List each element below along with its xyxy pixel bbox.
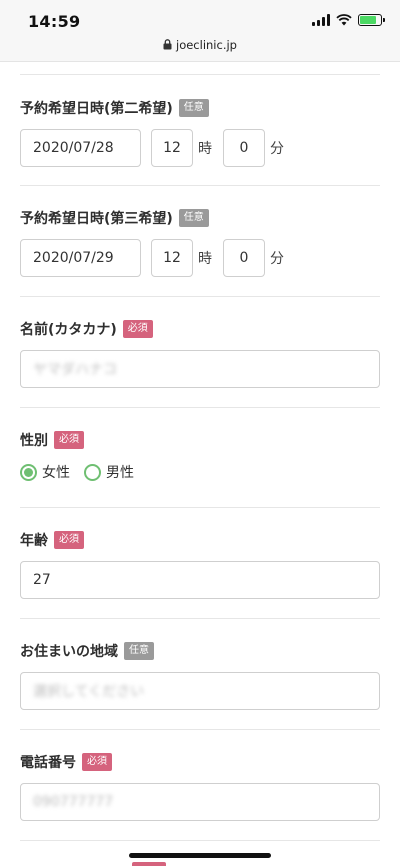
phone-input[interactable]: 090777777 — [20, 783, 380, 821]
second-choice-date-input[interactable]: 2020/07/28 — [20, 129, 141, 167]
region-label: お住まいの地域 — [20, 644, 118, 660]
divider — [20, 296, 380, 297]
battery-level — [360, 16, 376, 24]
second-choice-minute-input[interactable]: 0 — [223, 129, 265, 167]
age-input[interactable]: 27 — [20, 561, 380, 599]
signal-icon — [312, 14, 330, 26]
battery-charging-icon — [358, 14, 385, 26]
radio-label: 男性 — [106, 465, 134, 481]
clock: 14:59 — [28, 12, 81, 31]
third-choice-date-input[interactable]: 2020/07/29 — [20, 239, 141, 277]
second-choice-label-row: 予約希望日時(第二希望) 任意 — [20, 98, 209, 118]
minute-unit: 分 — [270, 141, 284, 157]
address-bar[interactable]: joeclinic.jp — [0, 38, 400, 52]
gender-option-female[interactable]: 女性 — [20, 462, 70, 482]
third-choice-hour-input[interactable]: 12 — [151, 239, 193, 277]
gender-option-male[interactable]: 男性 — [84, 462, 134, 482]
hour-unit: 時 — [198, 251, 212, 267]
name-label-row: 名前(カタカナ) 必須 — [20, 319, 153, 339]
name-kana-value: ヤマダハナコ — [33, 362, 117, 378]
name-kana-input[interactable]: ヤマダハナコ — [20, 350, 380, 388]
required-badge: 必須 — [122, 320, 153, 338]
next-section-badge — [132, 862, 166, 866]
gender-radio-group: 女性 男性 — [20, 462, 134, 482]
radio-label: 女性 — [42, 465, 70, 481]
radio-checked-icon[interactable] — [20, 463, 37, 481]
third-choice-label: 予約希望日時(第三希望) — [20, 211, 173, 227]
divider — [20, 618, 380, 619]
home-indicator[interactable] — [129, 853, 271, 858]
age-label-row: 年齢 必須 — [20, 530, 84, 550]
optional-badge: 任意 — [178, 99, 209, 117]
system-icons — [312, 14, 385, 26]
minute-unit: 分 — [270, 251, 284, 267]
wifi-icon — [336, 14, 352, 26]
lock-icon — [163, 39, 172, 50]
divider — [20, 74, 380, 75]
radio-unchecked-icon[interactable] — [84, 463, 101, 481]
region-select[interactable]: 選択してください — [20, 672, 380, 710]
hour-unit: 時 — [198, 141, 212, 157]
third-choice-minute-input[interactable]: 0 — [223, 239, 265, 277]
divider — [20, 407, 380, 408]
name-kana-label: 名前(カタカナ) — [20, 322, 117, 338]
age-label: 年齢 — [20, 533, 48, 549]
optional-badge: 任意 — [178, 209, 209, 227]
second-choice-hour-input[interactable]: 12 — [151, 129, 193, 167]
required-badge: 必須 — [54, 431, 84, 449]
region-placeholder: 選択してください — [33, 684, 145, 700]
gender-label-row: 性別 必須 — [20, 430, 84, 450]
phone-value: 090777777 — [33, 794, 114, 810]
required-badge: 必須 — [82, 753, 112, 771]
gender-label: 性別 — [20, 433, 48, 449]
status-bar: 14:59 joeclinic.jp — [0, 0, 400, 62]
second-choice-label: 予約希望日時(第二希望) — [20, 101, 173, 117]
required-badge: 必須 — [54, 531, 84, 549]
phone-label: 電話番号 — [20, 755, 76, 771]
region-label-row: お住まいの地域 任意 — [20, 641, 154, 661]
url-text: joeclinic.jp — [176, 38, 237, 52]
phone-label-row: 電話番号 必須 — [20, 752, 112, 772]
divider — [20, 729, 380, 730]
divider — [20, 185, 380, 186]
third-choice-label-row: 予約希望日時(第三希望) 任意 — [20, 208, 209, 228]
divider — [20, 840, 380, 841]
divider — [20, 507, 380, 508]
optional-badge: 任意 — [124, 642, 154, 660]
